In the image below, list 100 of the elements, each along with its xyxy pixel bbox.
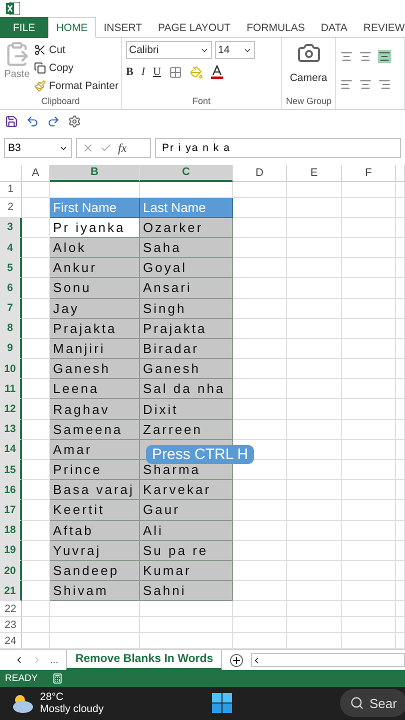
row-header[interactable]: 5: [0, 258, 22, 278]
camera-button[interactable]: Camera: [290, 69, 328, 88]
empty-cell: [342, 617, 396, 634]
empty-cell: [396, 460, 405, 480]
empty-cell: [396, 581, 405, 602]
column-header[interactable]: D: [233, 164, 287, 182]
empty-cell: [287, 218, 342, 238]
italic-button[interactable]: I: [141, 66, 146, 78]
undo-icon[interactable]: [26, 114, 39, 128]
table-cell: Sal da nha: [140, 379, 233, 400]
empty-cell: [287, 338, 342, 360]
underline-button[interactable]: U: [153, 66, 161, 78]
row-header[interactable]: 6: [0, 278, 22, 299]
row-header[interactable]: 14: [0, 440, 22, 460]
empty-cell: [287, 399, 342, 420]
align-top-icon[interactable]: [340, 50, 353, 63]
ribbon-tab[interactable]: PAGE LAYOUT: [150, 17, 239, 38]
empty-cell: [342, 581, 396, 602]
row-header[interactable]: 23: [0, 617, 22, 634]
row-header[interactable]: 16: [0, 480, 22, 500]
ribbon-tab[interactable]: HOME: [48, 17, 96, 38]
paste-button[interactable]: Paste: [4, 41, 30, 96]
table-cell: Prajakta: [140, 318, 233, 339]
ribbon-tab[interactable]: DATA: [312, 17, 356, 38]
fill-color-icon[interactable]: [190, 66, 203, 79]
empty-cell: [396, 480, 405, 500]
row-header[interactable]: 2: [0, 198, 22, 218]
add-sheet-icon[interactable]: [230, 654, 244, 667]
column-header[interactable]: A: [22, 164, 50, 182]
empty-cell: [342, 318, 396, 339]
settings-icon[interactable]: [68, 114, 81, 128]
font-color-icon[interactable]: [210, 65, 223, 80]
empty-cell: [287, 601, 342, 618]
redo-icon[interactable]: [47, 114, 60, 128]
row-header[interactable]: 1: [0, 182, 22, 198]
table-cell: Singh: [140, 298, 233, 319]
column-header[interactable]: E: [287, 164, 342, 182]
table-cell: Ali: [140, 520, 233, 541]
save-icon[interactable]: [5, 114, 18, 128]
cut-button[interactable]: Cut: [34, 41, 118, 60]
table-cell: Sonu: [50, 278, 140, 299]
align-bottom-icon[interactable]: [378, 50, 391, 63]
row-header[interactable]: 11: [0, 379, 22, 400]
row-header[interactable]: 20: [0, 560, 22, 582]
copy-button[interactable]: Copy: [34, 59, 118, 78]
weather-cloud-icon[interactable]: [10, 692, 34, 714]
table-cell: Zarreen: [140, 420, 233, 440]
row-header[interactable]: 7: [0, 298, 22, 319]
ribbon-tab[interactable]: REVIEW: [355, 17, 405, 38]
group-label: Clipboard: [40, 96, 81, 108]
align-right-icon[interactable]: [378, 78, 391, 91]
ribbon-tab[interactable]: FORMULAS: [238, 17, 313, 38]
horizontal-scrollbar[interactable]: [251, 653, 405, 668]
borders-icon[interactable]: [168, 66, 182, 79]
font-size-dropdown[interactable]: 14: [215, 41, 255, 60]
taskbar-search-field[interactable]: Sear: [340, 689, 405, 718]
empty-cell: [342, 218, 396, 238]
empty-cell: [396, 560, 405, 582]
more-sheets-button[interactable]: ...: [50, 654, 58, 666]
format-painter-button[interactable]: Format Painter: [34, 77, 118, 96]
row-header[interactable]: 3: [0, 218, 22, 238]
windows-logo-icon[interactable]: [212, 693, 232, 714]
sheet-tab[interactable]: Remove Blanks In Words: [66, 650, 222, 670]
row-header[interactable]: 13: [0, 420, 22, 440]
empty-cell: [396, 278, 405, 299]
align-center-icon[interactable]: [359, 78, 372, 91]
empty-cell: [287, 318, 342, 339]
row-header[interactable]: 22: [0, 601, 22, 618]
name-box[interactable]: B3: [4, 138, 72, 158]
column-header[interactable]: B: [50, 164, 140, 182]
ribbon-tab[interactable]: INSERT: [96, 17, 150, 38]
row-header[interactable]: 10: [0, 359, 22, 380]
row-header[interactable]: 8: [0, 318, 22, 339]
column-header[interactable]: F: [342, 164, 396, 182]
row-header[interactable]: 17: [0, 500, 22, 521]
row-header[interactable]: 4: [0, 238, 22, 258]
align-left-icon[interactable]: [340, 78, 353, 91]
empty-cell: [396, 617, 405, 634]
weather-text[interactable]: Mostly cloudy: [40, 703, 104, 716]
font-name-dropdown[interactable]: Calibri: [126, 41, 212, 60]
row-header[interactable]: 15: [0, 460, 22, 480]
row-header[interactable]: 21: [0, 581, 22, 602]
row-header[interactable]: 18: [0, 520, 22, 541]
temperature-text[interactable]: 28°C: [40, 691, 104, 704]
empty-cell: [233, 601, 287, 618]
row-header[interactable]: 19: [0, 540, 22, 561]
bold-button[interactable]: B: [126, 66, 134, 78]
insert-function-button[interactable]: fx: [118, 140, 127, 156]
column-header[interactable]: C: [140, 164, 233, 182]
align-middle-icon[interactable]: [359, 50, 372, 63]
table-cell: Basa varaj: [50, 480, 140, 500]
file-menu-tab[interactable]: FILE: [0, 17, 48, 38]
header-cell: First Name: [50, 198, 140, 218]
row-header[interactable]: 24: [0, 633, 22, 650]
empty-cell: [287, 440, 342, 460]
empty-cell: [287, 480, 342, 500]
empty-cell: [342, 440, 396, 460]
row-header[interactable]: 9: [0, 338, 22, 360]
row-header[interactable]: 12: [0, 399, 22, 420]
formula-input-field[interactable]: Pr i ya n k a: [155, 138, 401, 158]
